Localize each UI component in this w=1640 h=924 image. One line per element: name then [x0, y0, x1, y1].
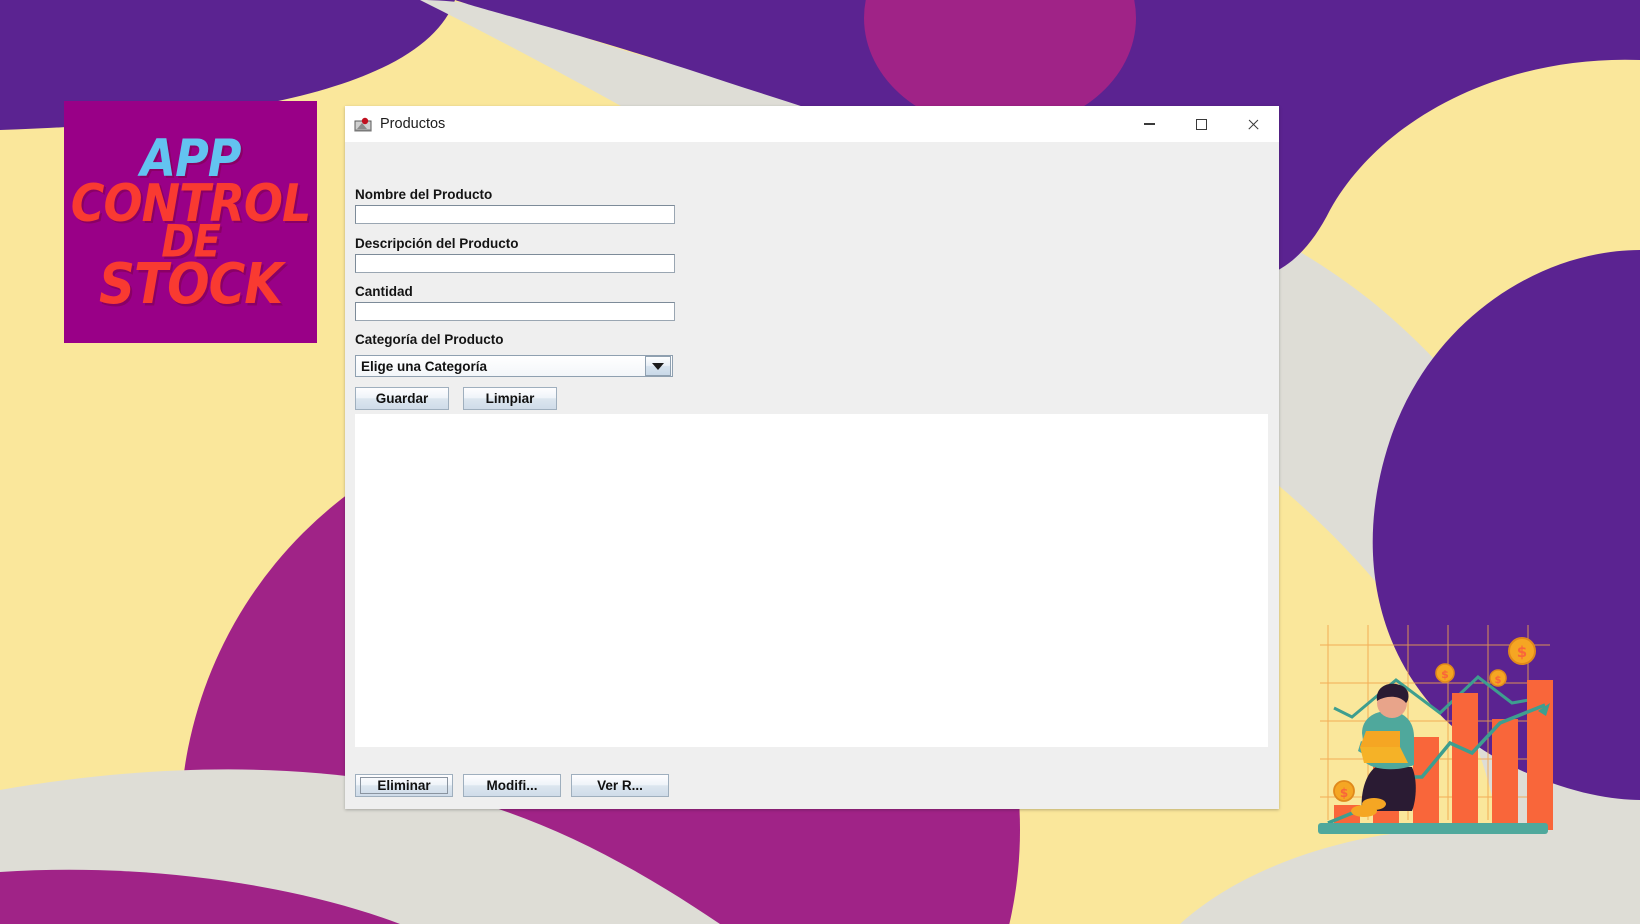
svg-text:$: $	[1495, 675, 1502, 686]
productos-window: Productos Nombre del Producto Descripció…	[345, 106, 1279, 809]
label-categoria-producto: Categoría del Producto	[355, 332, 504, 347]
ver-reporte-button[interactable]: Ver R...	[571, 774, 669, 797]
input-nombre-producto[interactable]	[355, 205, 675, 224]
productos-table[interactable]	[355, 414, 1268, 747]
close-icon	[1247, 118, 1260, 131]
illustration-base	[1318, 823, 1548, 834]
eliminar-button[interactable]: Eliminar	[355, 774, 453, 797]
guardar-button-label: Guardar	[375, 391, 429, 406]
duke-icon-svg	[354, 117, 372, 132]
select-categoria-producto[interactable]: Elige una Categoría	[355, 355, 673, 377]
close-button[interactable]	[1227, 106, 1279, 142]
maximize-icon	[1195, 118, 1207, 130]
selected-categoria-value: Elige una Categoría	[361, 358, 488, 374]
label-nombre-producto: Nombre del Producto	[355, 187, 493, 202]
limpiar-button[interactable]: Limpiar	[463, 387, 557, 410]
minimize-icon	[1143, 123, 1155, 125]
svg-text:$: $	[1441, 668, 1449, 681]
focus-ring	[360, 777, 448, 794]
guardar-button[interactable]: Guardar	[355, 387, 449, 410]
categoria-dropdown-button[interactable]	[645, 356, 671, 376]
maximize-button[interactable]	[1175, 106, 1227, 142]
modificar-button[interactable]: Modifi...	[463, 774, 561, 797]
svg-text:$: $	[1517, 643, 1527, 661]
bar-chart-illustration: $ $ $ $	[1300, 615, 1560, 840]
input-cantidad[interactable]	[355, 302, 675, 321]
label-cantidad: Cantidad	[355, 284, 413, 299]
window-controls	[1123, 106, 1279, 142]
svg-text:$: $	[1340, 786, 1348, 800]
table-rows-area	[355, 414, 1268, 747]
limpiar-button-label: Limpiar	[485, 391, 535, 406]
label-descripcion-producto: Descripción del Producto	[355, 236, 519, 251]
titlebar-left: Productos	[345, 115, 445, 133]
window-titlebar[interactable]: Productos	[345, 106, 1279, 142]
minimize-button[interactable]	[1123, 106, 1175, 142]
illustration-svg: $ $ $ $	[1318, 625, 1553, 834]
modificar-button-label: Modifi...	[486, 778, 538, 793]
ver-reporte-button-label: Ver R...	[597, 778, 643, 793]
input-descripcion-producto[interactable]	[355, 254, 675, 273]
app-logo-card: APP CONTROL DE STOCK	[64, 101, 317, 343]
window-content: Nombre del Producto Descripción del Prod…	[345, 142, 1279, 809]
java-duke-icon	[354, 115, 372, 133]
window-title: Productos	[380, 116, 446, 132]
chevron-down-icon	[652, 362, 664, 370]
logo-line-stock: STOCK	[98, 251, 283, 317]
